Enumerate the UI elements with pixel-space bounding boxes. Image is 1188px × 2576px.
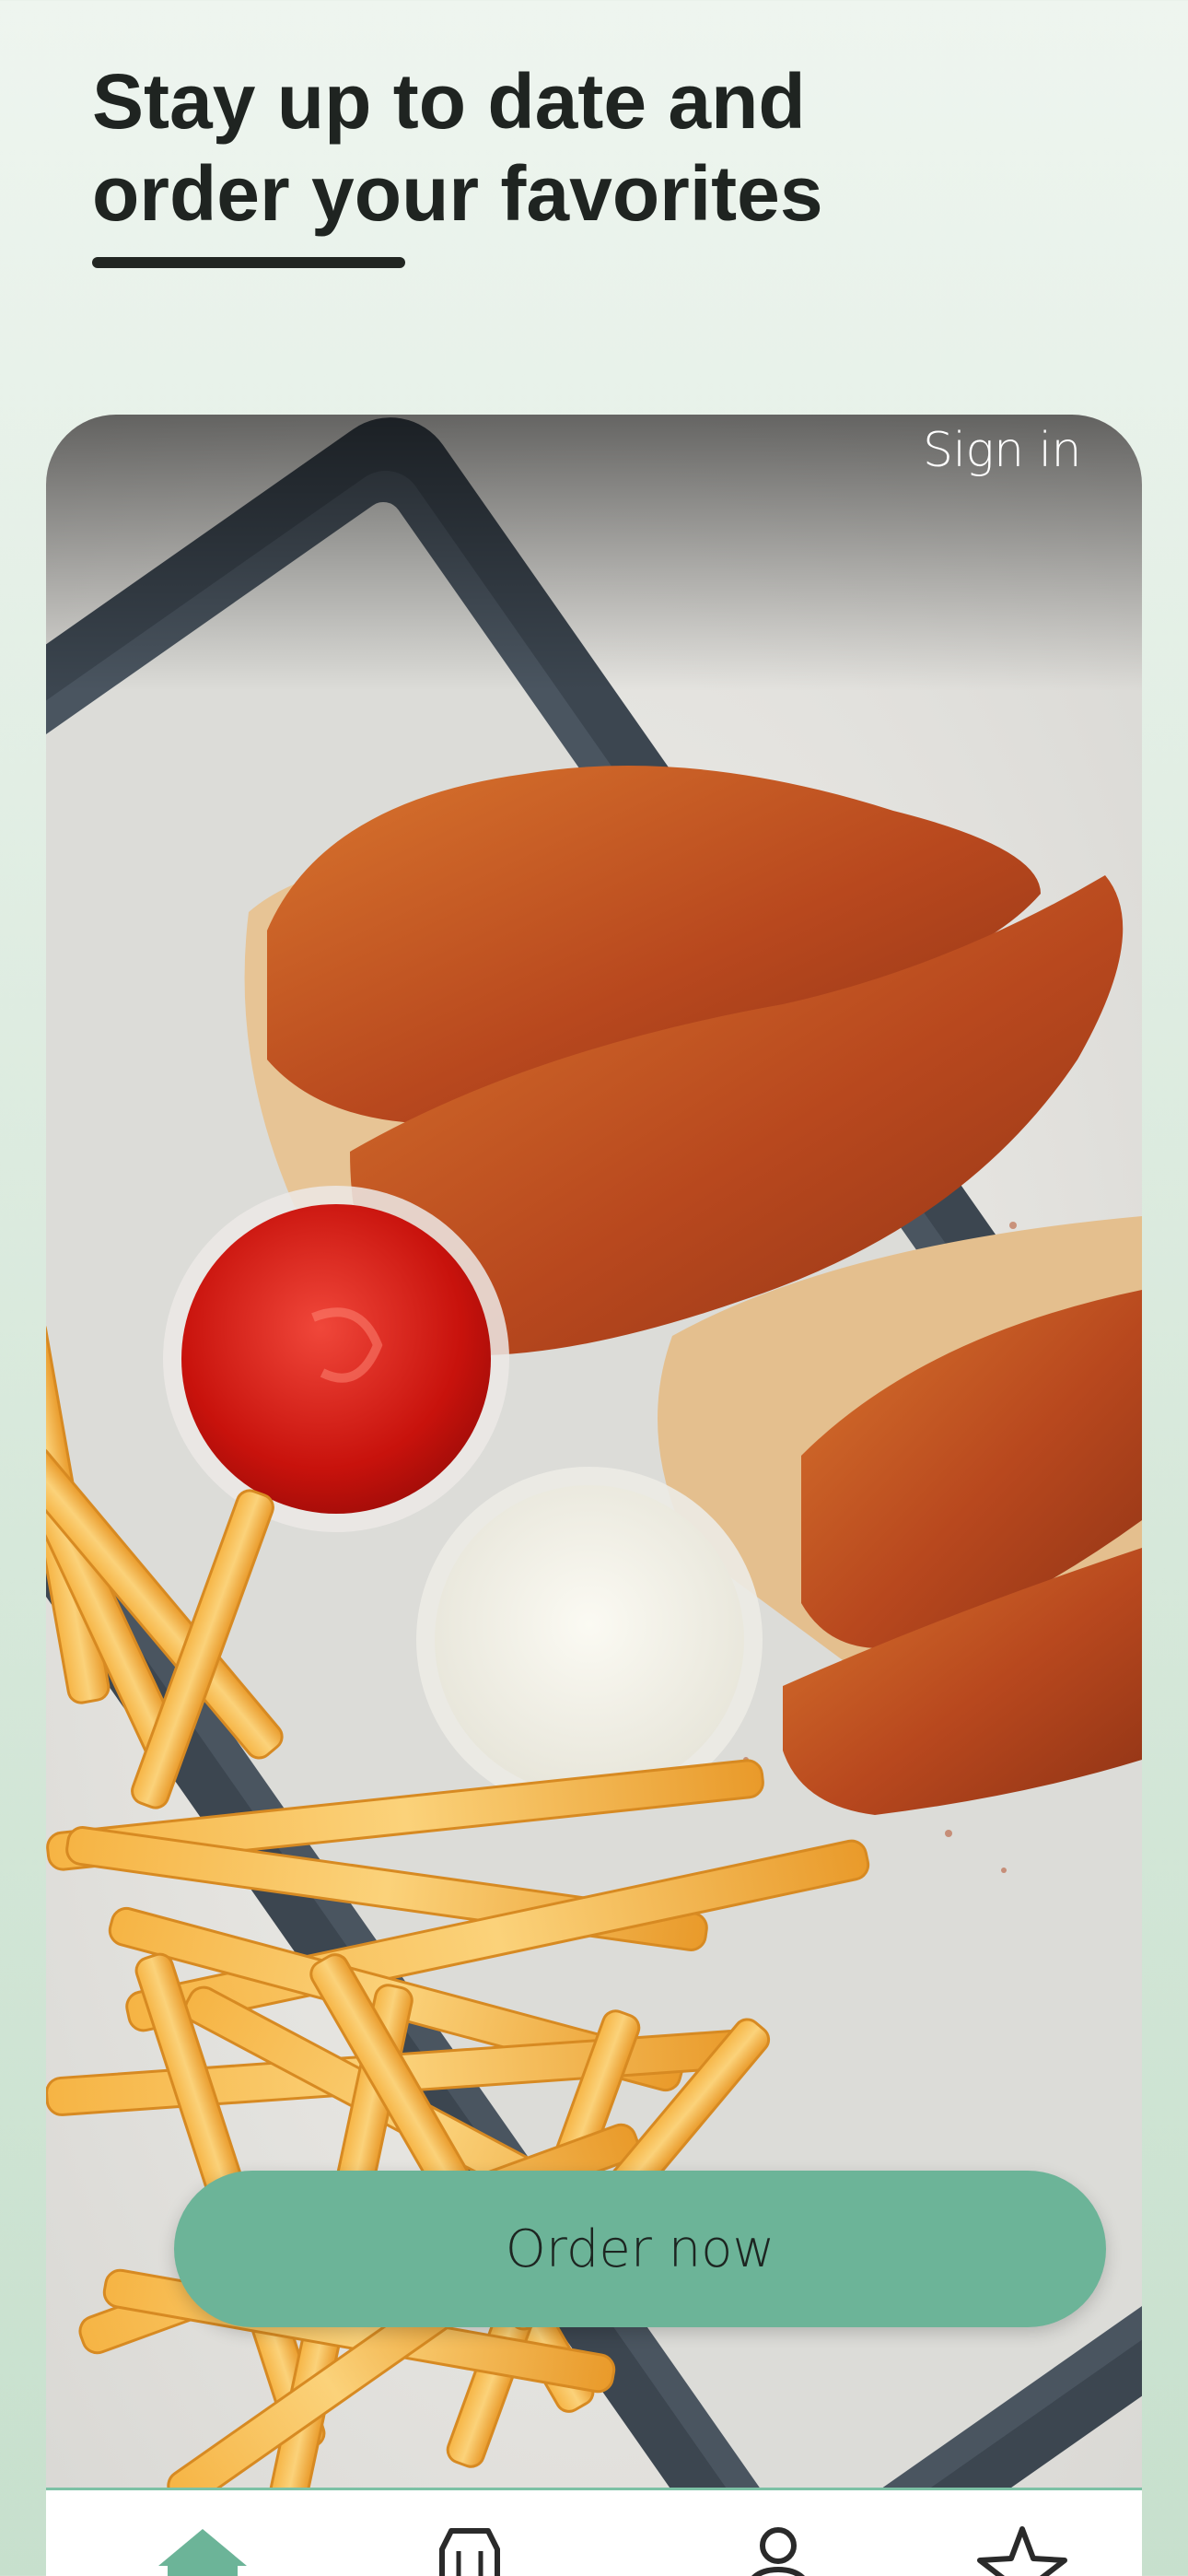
page-title: Stay up to date and order your favorites [92,55,1013,240]
tab-home[interactable] [147,2523,258,2576]
tab-favorites[interactable] [967,2523,1077,2576]
page-title-line-1: Stay up to date and [92,58,806,145]
star-icon [977,2526,1067,2576]
home-icon [158,2529,247,2576]
page-title-line-2: order your favorites [92,150,823,237]
title-underline [92,257,405,268]
hero-card: Sign in Order now [46,415,1142,2576]
menu-bag-icon [439,2528,500,2576]
order-now-button[interactable]: Order now [174,2171,1106,2327]
tab-account[interactable] [723,2523,833,2576]
sign-in-link[interactable]: Sign in [923,415,1082,486]
tab-menu[interactable] [414,2523,525,2576]
bottom-tab-bar [46,2488,1142,2576]
user-icon [751,2527,805,2576]
